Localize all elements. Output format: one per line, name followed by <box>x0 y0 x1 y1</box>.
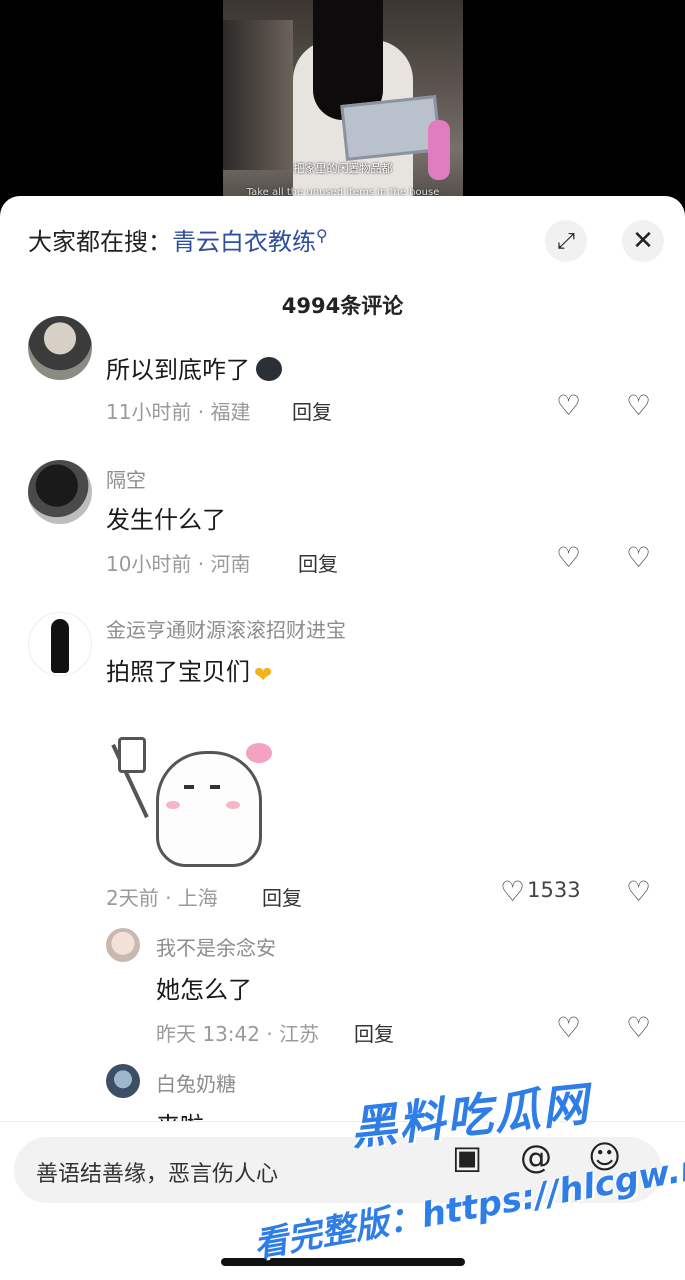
video-subtitle-cn: 把家里的闲置物品都 <box>293 162 393 175</box>
video-box <box>340 95 442 161</box>
avatar-silhouette <box>51 619 69 673</box>
like-count: 1533 <box>527 878 581 902</box>
heart-icon: ♡ <box>556 1011 582 1044</box>
reply-button[interactable]: 回复 <box>262 882 302 911</box>
sticker-blush <box>226 801 240 809</box>
reply-meta: 昨天 13:42 · 江苏 <box>156 1022 320 1046</box>
finger-heart-icon: ❤ <box>254 663 273 688</box>
sticker-phone <box>118 737 146 773</box>
reply-button[interactable]: 回复 <box>354 1018 394 1047</box>
sticker-eye <box>210 785 220 789</box>
comment-meta: 2天前 · 上海 <box>106 886 218 910</box>
comment-sticker-image[interactable] <box>106 701 282 877</box>
comment-username[interactable]: 金运亨通财源滚滚招财进宝 <box>106 614 346 643</box>
heart-icon: ♡ <box>500 875 526 908</box>
dislike-button[interactable]: ♡ <box>626 1014 651 1042</box>
comment-text: 拍照了宝贝们 ❤ <box>106 658 273 688</box>
comment-input-placeholder: 善语结善缘，恶言伤人心 <box>36 1162 279 1187</box>
sticker-character <box>156 751 262 867</box>
sticker-blush <box>166 801 180 809</box>
like-button[interactable]: ♡ <box>556 1014 581 1042</box>
avatar[interactable] <box>106 928 140 962</box>
broken-heart-icon: ♡ <box>626 875 652 908</box>
reply-text: 她怎么了 <box>156 976 252 1004</box>
video-shelf <box>223 20 293 170</box>
sticker-bow <box>246 743 272 763</box>
reply-username[interactable]: 我不是余念安 <box>156 932 276 961</box>
reply-item: 我不是余念安 她怎么了 昨天 13:42 · 江苏 回复 ♡ ♡ <box>0 926 685 1056</box>
video-area[interactable]: 把家里的闲置物品都 Take all the unused items in t… <box>0 0 685 215</box>
avatar[interactable] <box>28 612 92 676</box>
sticker-eye <box>184 785 194 789</box>
avatar[interactable] <box>106 1064 140 1098</box>
reply-username[interactable]: 白兔奶糖 <box>156 1068 236 1097</box>
comment-item: 金运亨通财源滚滚招财进宝 拍照了宝贝们 ❤ 2天前 · 上海 回复 ♡1533 ♡ <box>0 196 685 926</box>
dislike-button[interactable]: ♡ <box>626 878 651 906</box>
video-frame[interactable]: 把家里的闲置物品都 Take all the unused items in t… <box>223 0 463 215</box>
broken-heart-icon: ♡ <box>626 1011 652 1044</box>
like-button[interactable]: ♡1533 <box>500 878 581 906</box>
